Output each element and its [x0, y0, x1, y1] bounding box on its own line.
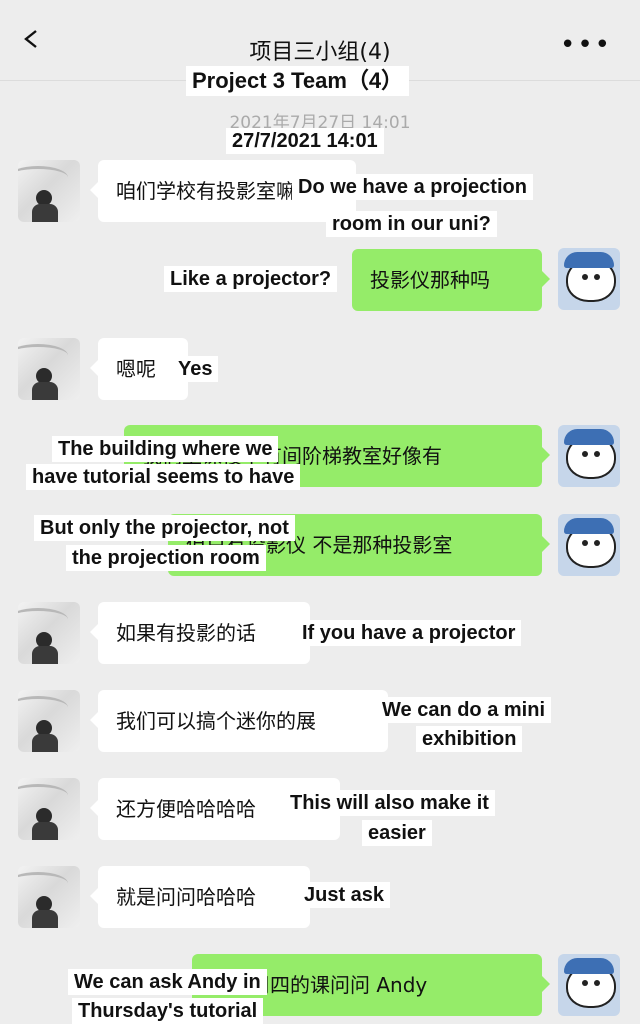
timestamp-caption: 27/7/2021 14:01 [226, 128, 384, 154]
avatar[interactable] [18, 160, 80, 222]
caption-line: We can ask Andy in [68, 969, 267, 995]
more-dots-icon[interactable]: ••• [560, 32, 612, 58]
avatar[interactable] [558, 425, 620, 487]
message-bubble[interactable]: 我们可以搞个迷你的展 [90, 690, 388, 752]
message-bubble[interactable]: 投影仪那种吗 [352, 249, 550, 311]
caption-line: room in our uni? [326, 211, 497, 237]
title-caption: Project 3 Team（4） [186, 66, 410, 96]
avatar[interactable] [18, 778, 80, 840]
caption-line: But only the projector, not [34, 515, 295, 541]
caption-line: exhibition [416, 726, 523, 752]
avatar[interactable] [558, 954, 620, 1016]
caption-line: Like a projector? [164, 266, 338, 292]
avatar[interactable] [18, 866, 80, 928]
caption-line: Just ask [298, 882, 391, 908]
message-bubble[interactable]: 如果有投影的话 [90, 602, 310, 664]
avatar[interactable] [558, 248, 620, 310]
caption-line: Thursday's tutorial [72, 998, 264, 1024]
caption-line: We can do a mini [376, 697, 551, 723]
avatar[interactable] [18, 602, 80, 664]
caption-line: Do we have a projection [292, 174, 533, 200]
avatar[interactable] [18, 338, 80, 400]
message-bubble[interactable]: 就是问问哈哈哈 [90, 866, 310, 928]
avatar[interactable] [558, 514, 620, 576]
chat-title: 项目三小组(4) [249, 40, 391, 65]
caption-line: The building where we [52, 436, 279, 462]
caption-line: easier [362, 820, 432, 846]
caption-line: Yes [172, 356, 219, 382]
caption-line: have tutorial seems to have [26, 464, 301, 490]
caption-line: This will also make it [284, 790, 495, 816]
caption-line: the projection room [66, 545, 266, 571]
caption-line: If you have a projector [296, 620, 522, 646]
avatar[interactable] [18, 690, 80, 752]
